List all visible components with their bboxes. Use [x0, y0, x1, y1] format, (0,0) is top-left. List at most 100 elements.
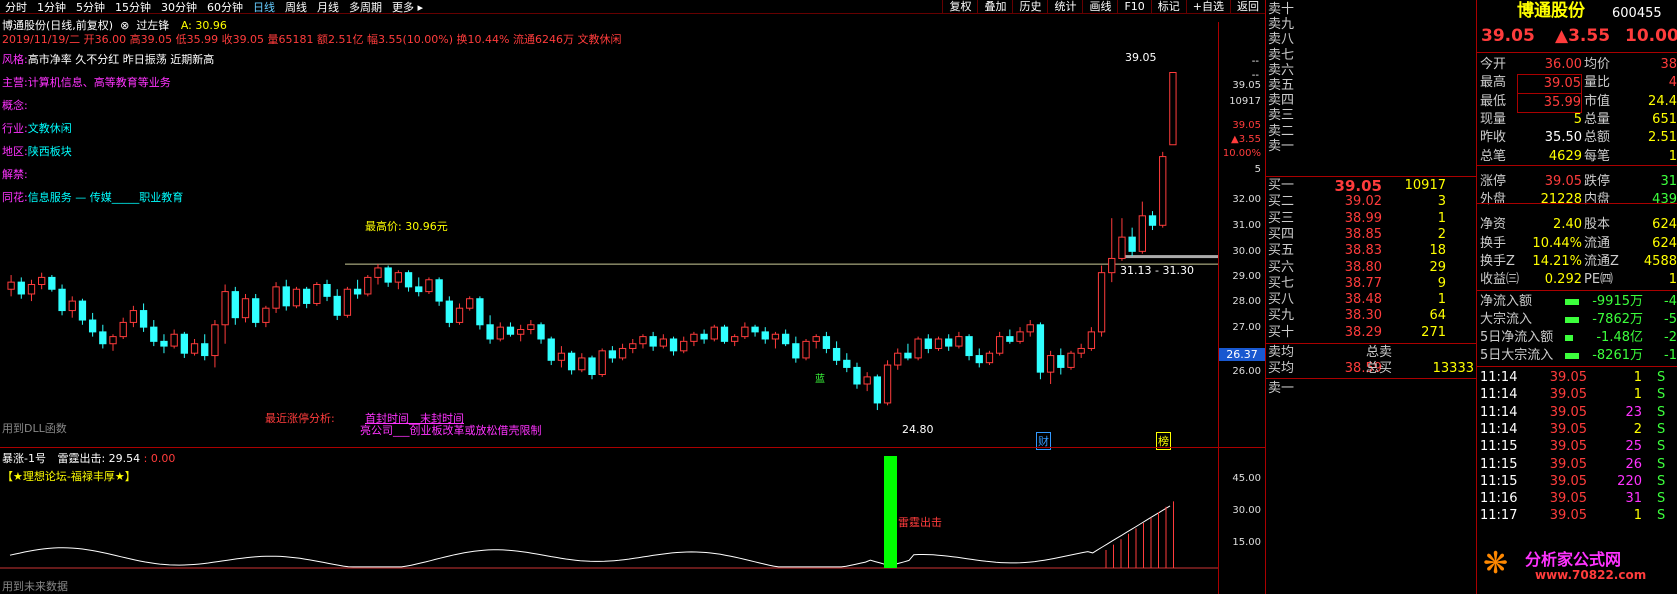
quote-label: 换手Z [1480, 254, 1515, 269]
quote-value: 21228 [1540, 192, 1582, 208]
period-tab[interactable]: 15分钟 [110, 0, 156, 15]
candle [252, 293, 260, 328]
period-tab[interactable]: 多周期 [344, 0, 387, 15]
brand-watermark: ❋ 分析家公式网 www.70822.com [1477, 540, 1677, 594]
quote-row: 换手 10.44% 流通 624 [1477, 235, 1677, 253]
last-price: 39.05 [1481, 26, 1535, 46]
toolbar-button[interactable]: +自选 [1185, 0, 1230, 14]
tick-row: 11:15 39.05 220 S [1477, 473, 1677, 491]
candle [262, 305, 270, 328]
candle [955, 331, 963, 349]
toolbar-button[interactable]: 统计 [1047, 0, 1082, 14]
period-tab[interactable]: 1分钟 [32, 0, 71, 15]
tick-row: 11:17 39.05 1 S [1477, 507, 1677, 525]
indicator-axis-label: 30.00 [1232, 505, 1261, 516]
candle [751, 324, 759, 337]
ask-row: 卖一 [1266, 139, 1476, 155]
quote-value: 651 [1652, 111, 1677, 127]
period-tab[interactable]: 日线 [248, 0, 280, 15]
ask-label: 卖四 [1268, 93, 1295, 109]
bid-label: 买九 [1268, 308, 1295, 324]
period-tab[interactable]: 5分钟 [71, 0, 110, 15]
quote-label: 总量 [1584, 111, 1611, 127]
candle [88, 312, 97, 337]
quote-row: 换手Z 14.21% 流通Z 4588 [1477, 253, 1677, 271]
flow-pct: -1 [1664, 348, 1677, 363]
candle [1108, 218, 1116, 283]
period-tab[interactable]: 月线 [312, 0, 344, 15]
candle [649, 331, 657, 351]
quote-value: 0.292 [1544, 272, 1582, 288]
bid-row: 买三 38.99 1 [1266, 211, 1476, 227]
tick-price: 39.05 [1549, 370, 1587, 385]
ask-row: 卖八 [1266, 32, 1476, 48]
candle [1087, 327, 1096, 351]
toolbar-button[interactable]: 标记 [1150, 0, 1186, 14]
quote-label: 净资 [1480, 217, 1507, 233]
tick-side: S [1657, 404, 1666, 420]
candle [792, 336, 800, 363]
price-axis-label: 30.00 [1232, 246, 1261, 257]
bid-row: 买九 38.30 64 [1266, 308, 1476, 324]
quote-value: 624 [1652, 235, 1677, 251]
tick-time: 11:16 [1480, 491, 1518, 507]
tick-row: 11:14 39.05 1 S [1477, 369, 1677, 387]
price-row: 39.05 ▲3.55 10.00 [1477, 27, 1677, 49]
quote-label: 现量 [1480, 111, 1507, 127]
quote-label: 最低 [1480, 93, 1507, 109]
period-tab[interactable]: 周线 [280, 0, 312, 15]
period-tab[interactable]: 更多 ▸ [387, 0, 428, 15]
brand-url: www.70822.com [1535, 568, 1647, 582]
tick-row: 11:14 39.05 23 S [1477, 404, 1677, 422]
candle [822, 331, 831, 354]
quote-divider [1477, 366, 1677, 367]
candle [802, 338, 810, 361]
candle [333, 289, 341, 321]
candle [965, 334, 973, 361]
quote-label: 总额 [1584, 130, 1611, 146]
toolbar-button[interactable]: 返回 [1230, 0, 1265, 14]
ask-label: 卖八 [1268, 32, 1295, 48]
candle [394, 270, 403, 290]
quote-label: 外盘 [1480, 192, 1507, 208]
toolbar-button[interactable]: 历史 [1012, 0, 1047, 14]
right-panel: 卖十 卖九 卖八 卖七 卖六 卖五 卖四 卖三 卖二 卖一 买一 39.05 10917 买二 39.02 3… [1265, 0, 1677, 594]
period-tab[interactable]: 分时 [0, 0, 32, 15]
ask-label: 卖九 [1268, 17, 1295, 33]
quote-label: 流通Z [1584, 254, 1619, 269]
candle [68, 296, 76, 318]
quote-value: 39.05 [1517, 74, 1582, 95]
bid-volume: 2 [1437, 226, 1446, 242]
candle [567, 350, 576, 375]
quote-value: 1 [1668, 148, 1677, 164]
candle [486, 315, 494, 344]
period-tab[interactable]: 30分钟 [156, 0, 202, 15]
candle [48, 275, 56, 292]
quote-value: 1 [1668, 272, 1677, 288]
period-tab[interactable]: 60分钟 [202, 0, 248, 15]
indicator-chart[interactable] [0, 447, 1218, 594]
quote-value: 35.50 [1544, 130, 1582, 146]
bid-label: 买二 [1268, 194, 1295, 210]
candle [1097, 265, 1106, 337]
candle [150, 320, 158, 347]
kline-chart[interactable] [0, 22, 1218, 447]
quote-label: 内盘 [1584, 192, 1611, 208]
candle [680, 336, 688, 354]
toolbar-button[interactable]: F10 [1117, 0, 1150, 14]
range-bar [1122, 255, 1218, 259]
bid-price: 39.05 [1334, 177, 1382, 195]
candle [1006, 329, 1014, 344]
flow-pct: -2 [1664, 330, 1677, 345]
toolbar-button[interactable]: 画线 [1082, 0, 1117, 14]
ask-row: 卖六 [1266, 63, 1476, 79]
total-buy-value: 13333 [1432, 361, 1474, 376]
indicator-axis-label: 45.00 [1232, 473, 1261, 484]
flow-label: 5日大宗流入 [1480, 348, 1554, 363]
toolbar-button[interactable]: 叠加 [977, 0, 1012, 14]
candle [832, 341, 841, 366]
ask-row: 卖五 [1266, 78, 1476, 94]
candle [934, 336, 943, 351]
flow-row: 净流入额 -9915万 -4 [1477, 293, 1677, 311]
toolbar-button[interactable]: 复权 [942, 0, 977, 14]
